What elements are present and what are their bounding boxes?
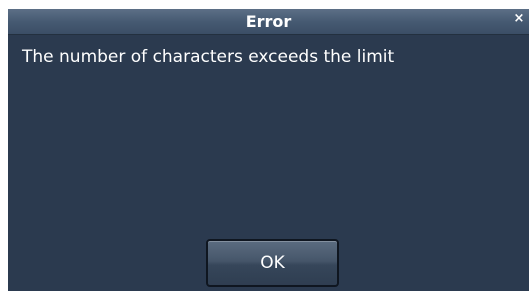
error-message: The number of characters exceeds the lim… <box>22 47 395 67</box>
dialog-titlebar: Error × <box>8 9 529 35</box>
dialog-title: Error <box>245 12 292 31</box>
ok-button[interactable]: OK <box>206 239 339 287</box>
close-icon[interactable]: × <box>512 12 526 26</box>
error-dialog: Error × The number of characters exceeds… <box>8 9 529 291</box>
